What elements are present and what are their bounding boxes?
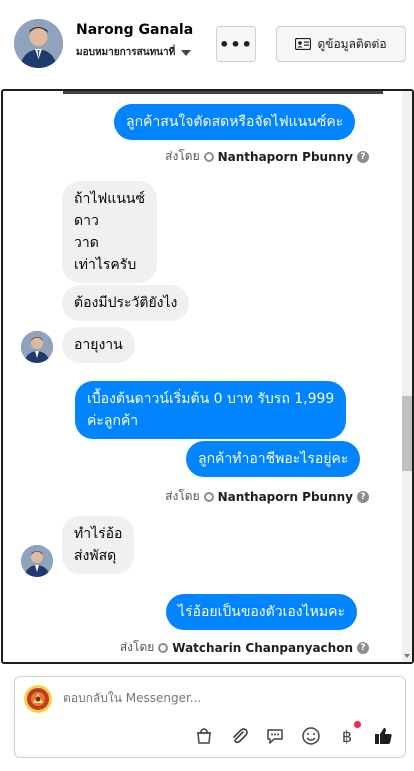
assign-conversation-dropdown[interactable]: มอบหมายการสนทนาที่ xyxy=(76,45,192,60)
message-text: วาด xyxy=(74,235,99,251)
saved-replies-icon[interactable] xyxy=(264,725,286,747)
scrollbar-track[interactable] xyxy=(402,91,412,662)
help-icon[interactable]: ? xyxy=(357,490,369,503)
contact-avatar-small[interactable] xyxy=(21,331,53,363)
message-thread[interactable]: ลูกค้าสนใจตัดสดหรือจัดไฟแนนซ์คะ ส่งโดย N… xyxy=(1,89,414,664)
message-text: ส่งพัสดุ xyxy=(74,548,117,564)
agent-name: Nanthaporn Pbunny xyxy=(217,489,353,504)
message-bubble-incoming[interactable]: ถ้าไฟแนนซ์ ดาว วาด เท่าไรครับ xyxy=(62,181,157,283)
scrollbar-thumb[interactable] xyxy=(402,396,412,471)
sent-by-prefix: ส่งโดย xyxy=(119,640,155,654)
message-bubble-outgoing[interactable]: ไร่อ้อยเป็นของตัวเองไหมคะ xyxy=(166,594,358,630)
message-text: อายุงาน xyxy=(74,337,123,353)
message-text: ลูกค้าทำอาชีพอะไรอยู่คะ xyxy=(198,451,349,467)
like-icon[interactable] xyxy=(372,725,394,747)
message-text: ต้องมีประวัติยังไง xyxy=(74,295,178,311)
gear-icon xyxy=(203,491,214,502)
message-bubble-outgoing[interactable]: เบื้องต้นดาวน์เริ่มต้น 0 บาท รับรถ 1,999… xyxy=(75,381,347,439)
message-bubble-incoming[interactable]: ต้องมีประวัติยังไง xyxy=(62,285,190,321)
message-text: ดาว xyxy=(74,213,99,229)
emoji-icon[interactable] xyxy=(300,725,322,747)
message-text: เบื้องต้นดาวน์เริ่มต้น 0 บาท รับรถ 1,999 xyxy=(87,391,335,407)
agent-name: Nanthaporn Pbunny xyxy=(217,149,353,164)
message-bubble-outgoing[interactable]: ลูกค้าทำอาชีพอะไรอยู่คะ xyxy=(186,441,361,477)
notification-dot xyxy=(354,721,361,728)
contact-avatar[interactable] xyxy=(14,19,63,68)
agent-name: Watcharin Chanpanyachon xyxy=(172,640,353,655)
sent-by-line: ส่งโดย Nanthaporn Pbunny ? xyxy=(165,487,369,506)
reply-input[interactable] xyxy=(63,691,383,705)
message-bubble-incoming[interactable]: อายุงาน xyxy=(62,327,135,363)
conversation-header: Narong Ganala มอบหมายการสนทนาที่ ••• ดูข… xyxy=(0,0,414,88)
view-contact-info-label: ดูข้อมูลติดต่อ xyxy=(317,36,387,51)
page-avatar xyxy=(24,685,52,713)
help-icon[interactable]: ? xyxy=(357,150,369,163)
view-contact-info-button[interactable]: ดูข้อมูลติดต่อ xyxy=(276,26,406,62)
gear-icon xyxy=(158,642,169,653)
assign-label: มอบหมายการสนทนาที่ xyxy=(76,47,176,58)
bag-icon[interactable] xyxy=(193,725,215,747)
more-options-button[interactable]: ••• xyxy=(216,26,256,62)
message-text: ค่ะลูกค้า xyxy=(87,413,139,429)
sent-by-prefix: ส่งโดย xyxy=(165,489,200,503)
contact-avatar-small[interactable] xyxy=(21,545,53,577)
more-icon: ••• xyxy=(219,34,253,54)
sent-by-line: ส่งโดย Watcharin Chanpanyachon ? xyxy=(120,638,369,657)
svg-text:฿: ฿ xyxy=(342,727,352,746)
message-bubble-outgoing[interactable]: ลูกค้าสนใจตัดสดหรือจัดไฟแนนซ์คะ xyxy=(114,104,356,140)
message-text: ถ้าไฟแนนซ์ xyxy=(74,191,145,207)
contact-card-icon xyxy=(295,38,312,50)
message-bubble-incoming[interactable]: ทำไร่อ้อ ส่งพัสดุ xyxy=(62,516,135,574)
message-text: ลูกค้าสนใจตัดสดหรือจัดไฟแนนซ์คะ xyxy=(126,114,344,130)
baht-icon[interactable]: ฿ xyxy=(336,721,361,747)
cropped-image-edge xyxy=(63,91,383,94)
scroll-down-arrow-icon[interactable] xyxy=(404,654,410,658)
sent-by-line: ส่งโดย Nanthaporn Pbunny ? xyxy=(165,147,369,166)
sent-by-prefix: ส่งโดย xyxy=(165,149,200,163)
help-icon[interactable]: ? xyxy=(357,641,369,654)
paperclip-icon[interactable] xyxy=(228,725,250,747)
caret-down-icon xyxy=(181,49,192,56)
reply-composer: ฿ xyxy=(14,676,406,758)
message-text: เท่าไรครับ xyxy=(74,257,137,273)
message-text: ทำไร่อ้อ xyxy=(74,526,123,542)
contact-name: Narong Ganala xyxy=(76,22,194,38)
gear-icon xyxy=(203,151,214,162)
message-text: ไร่อ้อยเป็นของตัวเองไหมคะ xyxy=(178,604,346,620)
